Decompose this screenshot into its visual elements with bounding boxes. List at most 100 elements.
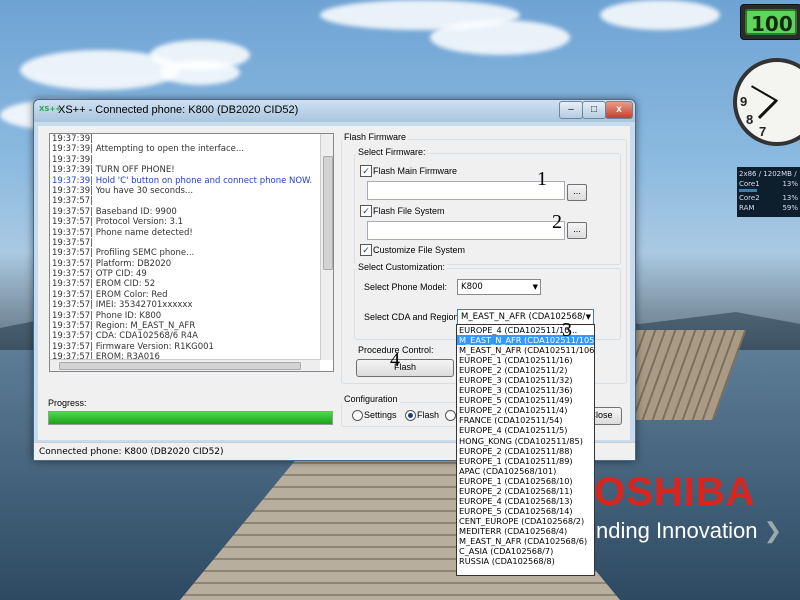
app-icon: XS++: [39, 105, 62, 113]
cpu-meter-gadget[interactable]: 100: [740, 4, 800, 40]
dropdown-arrow-icon: ▼: [532, 283, 538, 291]
sysmon-row: Core1 13%: [739, 180, 798, 188]
log-line: 19:37:57| Protocol Version: 3.1: [52, 217, 184, 228]
log-line: 19:37:39| Hold 'C' button on phone and c…: [52, 175, 313, 186]
log-line: 19:37:57|: [52, 196, 94, 207]
log-line: 19:37:57| EROM CID: 52: [52, 279, 156, 290]
cda-option[interactable]: EUROPE_5 (CDA102568/14): [457, 506, 594, 516]
progress-bar: [48, 411, 333, 425]
close-window-button[interactable]: x: [605, 101, 633, 119]
maximize-button[interactable]: □: [582, 101, 606, 119]
sysmon-header: 2x86 / 1202MB /: [739, 170, 797, 178]
customize-file-system-label: Customize File System: [373, 245, 466, 255]
log-line: 19:37:57| Phone name detected!: [52, 227, 193, 238]
main-firmware-path-input[interactable]: [367, 181, 565, 200]
flash-main-firmware-label: Flash Main Firmware: [373, 166, 458, 176]
log-horizontal-scrollbar[interactable]: [50, 359, 320, 371]
flash-firmware-title: Flash Firmware: [342, 132, 409, 142]
chevron-icon: ❯: [763, 518, 783, 543]
settings-radio-label: Settings: [364, 410, 397, 420]
cda-option[interactable]: EUROPE_4 (CDA102568/13): [457, 496, 594, 506]
cda-option[interactable]: C_ASIA (CDA102568/7): [457, 546, 594, 556]
log-line: 19:37:57| OTP CID: 49: [52, 269, 147, 280]
cda-option[interactable]: M_EAST_N_AFR (CDA102511/105): [457, 335, 594, 346]
clock-minute-hand: [751, 85, 778, 102]
cda-option[interactable]: HONG_KONG (CDA102511/85): [457, 436, 594, 446]
flash-button[interactable]: Flash: [356, 359, 454, 377]
cda-option[interactable]: M_EAST_N_AFR (CDA102568/6): [457, 536, 594, 546]
system-monitor-gadget[interactable]: 2x86 / 1202MB / Core1 13% Core2 13% RAM 59%: [737, 167, 800, 217]
cda-region-label: Select CDA and Region:: [364, 312, 462, 322]
cda-option[interactable]: EUROPE_2 (CDA102568/11): [457, 486, 594, 496]
cda-option[interactable]: EUROPE_2 (CDA102511/4): [457, 405, 594, 415]
sysmon-row: Core2 13%: [739, 194, 798, 202]
log-line: 19:37:57| Phone ID: K800: [52, 310, 162, 321]
cda-option[interactable]: EUROPE_4 (CDA102511/10...: [457, 325, 594, 335]
progress-label: Progress:: [48, 398, 87, 408]
log-output[interactable]: 19:37:39| 19:37:39| Attempting to open th…: [49, 133, 334, 372]
cda-option[interactable]: EUROPE_1 (CDA102511/89): [457, 456, 594, 466]
progress-fill: [49, 412, 332, 424]
annotation-number: 2: [552, 211, 562, 233]
window-title: XS++ - Connected phone: K800 (DB2020 CID…: [58, 104, 299, 116]
log-line: 19:37:57| CDA: CDA102568/6 R4A: [52, 331, 198, 342]
cda-option[interactable]: EUROPE_1 (CDA102511/16): [457, 355, 594, 365]
clock-number: 9: [740, 94, 748, 109]
cda-option[interactable]: FRANCE (CDA102511/54): [457, 415, 594, 425]
scrollbar-thumb[interactable]: [323, 156, 333, 270]
cda-option[interactable]: M_EAST_N_AFR (CDA102511/106): [457, 345, 594, 355]
brand-logo: OSHIBA: [594, 470, 756, 514]
phone-model-select[interactable]: K800 ▼: [457, 279, 541, 295]
annotation-number: 3: [562, 319, 572, 341]
flash-main-firmware-checkbox[interactable]: ✓: [360, 165, 372, 177]
customize-file-system-checkbox[interactable]: ✓: [360, 244, 372, 256]
brand-tagline: nding Innovation ❯: [596, 518, 783, 543]
flash-file-system-label: Flash File System: [373, 206, 445, 216]
flash-file-system-checkbox[interactable]: ✓: [360, 205, 372, 217]
cda-option[interactable]: EUROPE_4 (CDA102511/5): [457, 425, 594, 435]
cda-option[interactable]: CENT_EUROPE (CDA102568/2): [457, 516, 594, 526]
log-lines: 19:37:39| 19:37:39| Attempting to open th…: [50, 134, 333, 371]
log-line: 19:37:39|: [52, 134, 94, 144]
configuration-title: Configuration: [342, 394, 400, 404]
cda-region-select[interactable]: M_EAST_N_AFR (CDA102568/▼: [457, 309, 594, 325]
flash-radio[interactable]: [405, 410, 416, 421]
log-line: 19:37:57| IMEI: 35342701xxxxxx: [52, 300, 193, 311]
select-firmware-title: Select Firmware:: [356, 147, 428, 157]
select-customization-title: Select Customization:: [356, 262, 448, 272]
minimize-button[interactable]: –: [559, 101, 583, 119]
annotation-number: 1: [537, 168, 547, 190]
cda-region-dropdown-list[interactable]: EUROPE_4 (CDA102511/10... M_EAST_N_AFR (C…: [456, 324, 595, 576]
browse-main-firmware-button[interactable]: ...: [567, 184, 587, 201]
cda-option[interactable]: EUROPE_2 (CDA102511/88): [457, 446, 594, 456]
log-line: 19:37:39| TURN OFF PHONE!: [52, 165, 175, 176]
clock-hour-hand: [757, 99, 777, 119]
log-line: 19:37:39|: [52, 154, 94, 165]
window-titlebar[interactable]: XS++ XS++ - Connected phone: K800 (DB202…: [34, 100, 635, 122]
log-line: 19:37:57| Region: M_EAST_N_AFR: [52, 321, 196, 332]
browse-file-system-button[interactable]: ...: [567, 222, 587, 239]
cpu-meter-value: 100: [745, 9, 797, 36]
cda-option[interactable]: EUROPE_5 (CDA102511/49): [457, 395, 594, 405]
log-line: 19:37:39| Attempting to open the interfa…: [52, 144, 244, 155]
settings-radio[interactable]: [352, 410, 363, 421]
file-system-path-input[interactable]: [367, 221, 565, 240]
cda-option[interactable]: EUROPE_2 (CDA102511/2): [457, 365, 594, 375]
phone-model-label: Select Phone Model:: [364, 282, 448, 292]
log-vertical-scrollbar[interactable]: [320, 134, 333, 360]
scrollbar-thumb[interactable]: [59, 362, 301, 370]
cda-option[interactable]: EUROPE_3 (CDA102511/36): [457, 385, 594, 395]
cda-option[interactable]: EUROPE_1 (CDA102568/10): [457, 476, 594, 486]
log-line: 19:37:57| Firmware Version: R1KG001: [52, 341, 214, 352]
cda-option[interactable]: EUROPE_3 (CDA102511/32): [457, 375, 594, 385]
log-line: 19:37:57| Baseband ID: 9900: [52, 206, 177, 217]
third-radio[interactable]: [445, 410, 456, 421]
log-line: 19:37:39| You have 30 seconds...: [52, 185, 194, 196]
log-line: 19:37:57| Profiling SEMC phone...: [52, 248, 195, 259]
clock-number: 7: [759, 124, 767, 139]
flash-radio-label: Flash: [417, 410, 440, 420]
cda-option[interactable]: RUSSIA (CDA102568/8): [457, 556, 594, 566]
cda-option[interactable]: APAC (CDA102568/101): [457, 466, 594, 476]
cda-option[interactable]: MEDITERR (CDA102568/4): [457, 526, 594, 536]
log-line: 19:37:57| EROM Color: Red: [52, 289, 168, 300]
